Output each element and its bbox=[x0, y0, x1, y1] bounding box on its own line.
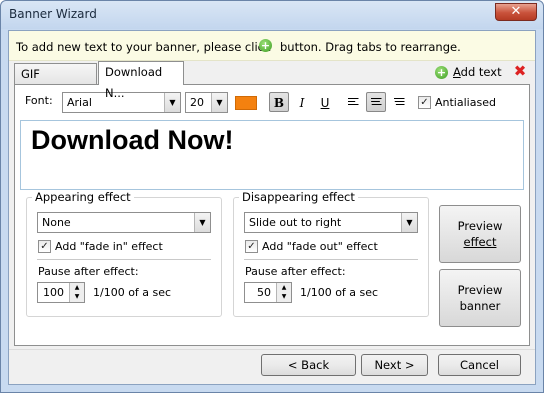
next-button[interactable]: Next > bbox=[361, 354, 428, 376]
font-size-select[interactable]: 20 ▼ bbox=[185, 92, 228, 113]
font-size-value: 20 bbox=[190, 96, 204, 109]
align-left-icon bbox=[347, 98, 359, 107]
client-area: To add new text to your banner, please c… bbox=[8, 30, 536, 385]
fade-out-label: Add "fade out" effect bbox=[262, 240, 378, 253]
check-icon: ✓ bbox=[40, 241, 49, 252]
stepper-arrows-icon[interactable]: ▲ ▼ bbox=[69, 283, 84, 302]
fade-in-label: Add "fade in" effect bbox=[55, 240, 163, 253]
check-icon: ✓ bbox=[420, 97, 429, 108]
text-tab-panel: Font: Arial ▼ 20 ▼ B I U ✓ Antialiased D… bbox=[14, 84, 530, 346]
chevron-down-icon: ▼ bbox=[401, 213, 417, 232]
banner-text-editor[interactable]: Download Now! bbox=[20, 120, 524, 190]
cancel-button[interactable]: Cancel bbox=[438, 354, 521, 376]
fade-out-checkbox[interactable]: ✓ bbox=[245, 240, 258, 253]
disappearing-effect-value: Slide out to right bbox=[249, 216, 342, 229]
preview-banner-label-2: banner bbox=[459, 299, 501, 313]
plus-circle-icon: + bbox=[259, 39, 272, 52]
stepper-arrows-icon[interactable]: ▲ ▼ bbox=[276, 283, 291, 302]
chevron-down-icon: ▼ bbox=[211, 93, 227, 112]
check-icon: ✓ bbox=[247, 241, 256, 252]
back-button[interactable]: < Back bbox=[261, 354, 356, 376]
window-title: Banner Wizard bbox=[9, 7, 97, 21]
appearing-pause-value: 100 bbox=[43, 286, 64, 299]
banner-text: Download Now! bbox=[31, 125, 234, 155]
preview-banner-button[interactable]: Preview banner bbox=[439, 269, 521, 327]
align-right-icon bbox=[393, 98, 405, 107]
tab-download-now[interactable]: Download N... bbox=[98, 61, 184, 100]
disappearing-pause-unit: 1/100 of a sec bbox=[300, 286, 379, 299]
disappearing-effect-select[interactable]: Slide out to right ▼ bbox=[244, 212, 418, 233]
fade-in-checkbox[interactable]: ✓ bbox=[38, 240, 51, 253]
italic-button[interactable]: I bbox=[292, 92, 312, 112]
preview-effect-label-2: effect bbox=[463, 235, 497, 249]
chevron-down-icon: ▼ bbox=[164, 93, 180, 112]
title-bar[interactable]: Banner Wizard ✕ bbox=[1, 1, 543, 29]
footer-divider bbox=[9, 349, 535, 350]
preview-effect-button[interactable]: Preview effect bbox=[439, 205, 521, 263]
disappearing-effect-title: Disappearing effect bbox=[239, 190, 358, 204]
font-color-swatch[interactable] bbox=[235, 96, 257, 110]
font-family-value: Arial bbox=[67, 96, 92, 109]
plus-circle-icon: + bbox=[435, 66, 448, 79]
divider bbox=[37, 259, 211, 260]
close-icon: ✕ bbox=[510, 4, 522, 19]
antialiased-checkbox[interactable]: ✓ bbox=[418, 96, 431, 109]
divider bbox=[244, 259, 418, 260]
align-center-icon bbox=[370, 98, 382, 107]
appearing-pause-label: Pause after effect: bbox=[38, 265, 139, 278]
appearing-effect-group: Appearing effect None ▼ ✓ Add "fade in" … bbox=[26, 190, 222, 317]
delete-text-icon[interactable]: ✖ bbox=[513, 64, 527, 79]
tab-gif-animator[interactable]: GIF Animator bbox=[14, 63, 97, 102]
banner-wizard-window: Banner Wizard ✕ To add new text to your … bbox=[0, 0, 544, 393]
appearing-effect-value: None bbox=[42, 216, 71, 229]
add-text-label: Add text bbox=[453, 65, 502, 79]
align-center-button[interactable] bbox=[366, 92, 386, 112]
appearing-effect-title: Appearing effect bbox=[32, 190, 134, 204]
disappearing-effect-group: Disappearing effect Slide out to right ▼… bbox=[233, 190, 429, 317]
underline-button[interactable]: U bbox=[315, 92, 335, 112]
disappearing-pause-value: 50 bbox=[257, 286, 271, 299]
chevron-down-icon: ▼ bbox=[194, 213, 210, 232]
preview-effect-label-1: Preview bbox=[457, 219, 503, 233]
font-toolbar: Font: Arial ▼ 20 ▼ B I U ✓ Antialiased bbox=[15, 85, 529, 117]
align-right-button[interactable] bbox=[389, 92, 409, 112]
hint-text-before: To add new text to your banner, please c… bbox=[16, 40, 271, 54]
disappearing-pause-label: Pause after effect: bbox=[245, 265, 346, 278]
disappearing-pause-stepper[interactable]: 50 ▲ ▼ bbox=[244, 282, 292, 303]
bold-button[interactable]: B bbox=[269, 92, 289, 112]
appearing-pause-stepper[interactable]: 100 ▲ ▼ bbox=[37, 282, 85, 303]
hint-text-after: button. Drag tabs to rearrange. bbox=[280, 40, 461, 54]
hint-bar: To add new text to your banner, please c… bbox=[9, 31, 535, 61]
align-left-button[interactable] bbox=[343, 92, 363, 112]
font-label: Font: bbox=[25, 94, 53, 107]
appearing-effect-select[interactable]: None ▼ bbox=[37, 212, 211, 233]
antialiased-label: Antialiased bbox=[435, 96, 496, 109]
close-button[interactable]: ✕ bbox=[495, 3, 537, 21]
appearing-pause-unit: 1/100 of a sec bbox=[93, 286, 172, 299]
preview-banner-label-1: Preview bbox=[457, 283, 503, 297]
